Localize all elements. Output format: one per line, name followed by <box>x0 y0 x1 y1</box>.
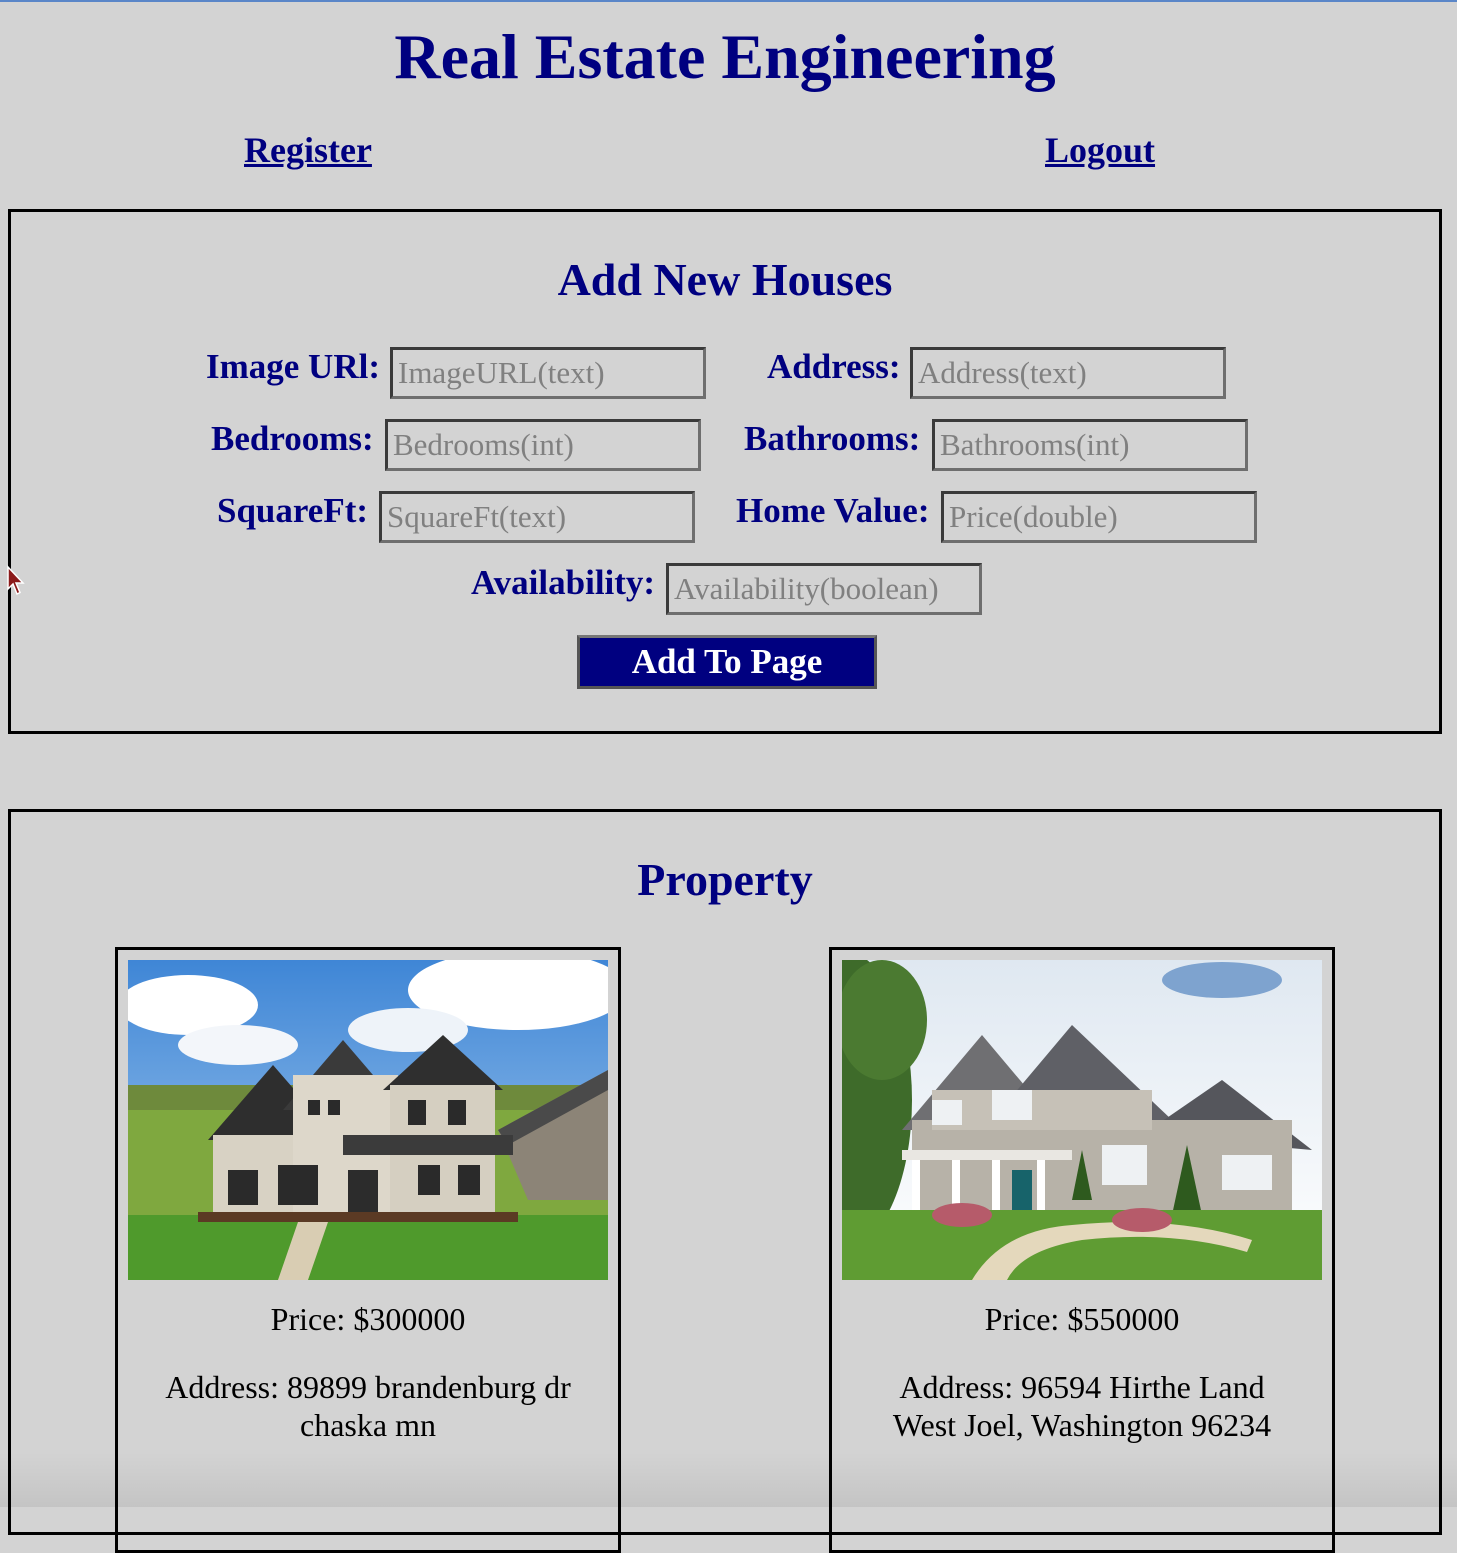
property-card: Price: $550000 Address: 96594 Hirthe Lan… <box>829 947 1335 1553</box>
home-value-label: Home Value: <box>736 491 930 530</box>
form-heading: Add New Houses <box>557 254 893 305</box>
bedrooms-input[interactable] <box>385 419 701 471</box>
property-price: Price: $550000 <box>984 1301 1180 1337</box>
bathrooms-label: Bathrooms: <box>744 419 921 458</box>
address-label: Address: <box>767 347 901 386</box>
mouse-pointer-icon <box>7 565 25 596</box>
address-input[interactable] <box>910 347 1226 399</box>
property-card: Price: $300000 Address: 89899 brandenbur… <box>115 947 621 1553</box>
property-address: Address: 96594 Hirthe Land West Joel, Wa… <box>892 1369 1272 1443</box>
availability-label: Availability: <box>471 563 656 602</box>
image-url-input[interactable] <box>390 347 706 399</box>
bathrooms-input[interactable] <box>932 419 1248 471</box>
squareft-input[interactable] <box>379 491 695 543</box>
add-to-page-button[interactable]: Add To Page <box>577 635 877 689</box>
availability-input[interactable] <box>666 563 982 615</box>
squareft-label: SquareFt: <box>217 491 369 530</box>
property-address: Address: 89899 brandenburg dr chaska mn <box>165 1369 571 1443</box>
logout-link[interactable]: Logout <box>1045 130 1155 170</box>
property-section: Property Price: $300000 Address: 89899 b… <box>8 809 1442 1553</box>
house-photo <box>842 960 1322 1280</box>
image-url-label: Image URl: <box>206 347 380 386</box>
house-photo <box>128 960 608 1280</box>
add-house-form: Add New Houses Image URl: Address: Bedro… <box>8 209 1442 734</box>
property-heading: Property <box>637 854 813 905</box>
bedrooms-label: Bedrooms: <box>211 419 374 458</box>
site-title: Real Estate Engineering <box>394 21 1056 92</box>
register-link[interactable]: Register <box>244 130 372 170</box>
home-value-input[interactable] <box>941 491 1257 543</box>
property-price: Price: $300000 <box>270 1301 466 1337</box>
